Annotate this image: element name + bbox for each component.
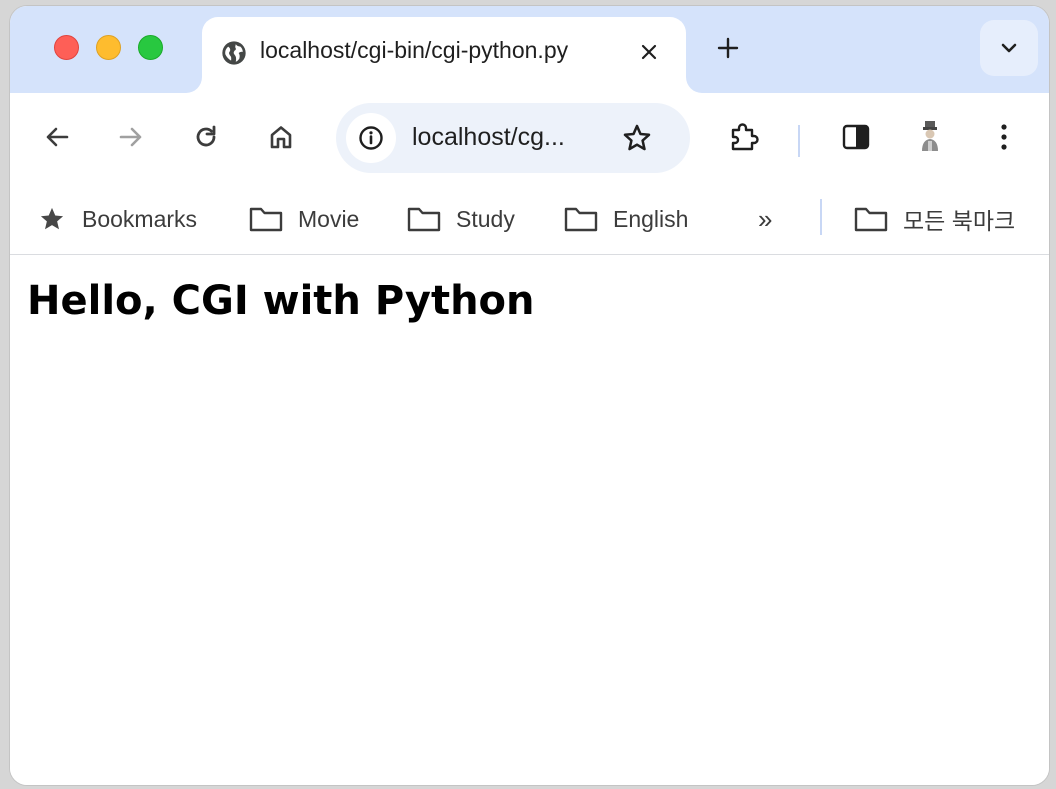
folder-icon: [564, 207, 598, 232]
new-tab-button[interactable]: [710, 30, 746, 66]
profile-avatar-icon: [922, 121, 938, 151]
overflow-chevron-icon: »: [758, 203, 773, 234]
reload-button[interactable]: [184, 115, 228, 159]
bookmarks-divider: [820, 199, 822, 235]
all-bookmarks-folder[interactable]: 모든 북마크: [853, 201, 1015, 237]
forward-button[interactable]: [109, 115, 153, 159]
bookmark-label: Bookmarks: [82, 205, 198, 232]
extensions-button[interactable]: [722, 115, 766, 159]
tab-active[interactable]: localhost/cgi-bin/cgi-python.py: [202, 17, 686, 93]
plus-icon: [717, 37, 739, 59]
bookmark-star-icon[interactable]: [618, 119, 656, 157]
bookmark-label: 모든 북마크: [903, 208, 1016, 234]
tab-title: localhost/cgi-bin/cgi-python.py: [260, 37, 569, 63]
bookmarks-bar: Bookmarks Movie Study English » 모든 북마크: [10, 179, 1049, 255]
bookmark-item-bookmarks[interactable]: Bookmarks: [38, 201, 197, 237]
bookmark-folder-movie[interactable]: Movie: [248, 201, 359, 237]
tab-search-button[interactable]: [980, 20, 1038, 76]
back-arrow-icon: [46, 127, 69, 147]
bookmark-folder-study[interactable]: Study: [406, 201, 515, 237]
minimize-window-button[interactable]: [96, 35, 121, 60]
profile-button[interactable]: [908, 115, 952, 159]
bookmark-folder-english[interactable]: English: [563, 201, 688, 237]
browser-window: localhost/cgi-bin/cgi-python.py localhos…: [9, 5, 1050, 786]
folder-icon: [249, 207, 283, 232]
star-icon: [40, 207, 64, 230]
back-button[interactable]: [35, 115, 79, 159]
chevron-down-icon: [1001, 43, 1017, 53]
puzzle-icon: [731, 123, 759, 151]
close-window-button[interactable]: [54, 35, 79, 60]
folder-icon: [407, 207, 441, 232]
forward-arrow-icon: [119, 127, 142, 147]
tab-strip: localhost/cgi-bin/cgi-python.py: [10, 6, 1049, 93]
home-button[interactable]: [259, 115, 303, 159]
toolbar: localhost/cg...: [10, 93, 1049, 179]
page-content: Hello, CGI with Python: [10, 256, 1049, 785]
url-text[interactable]: localhost/cg...: [412, 123, 565, 152]
bookmarks-overflow-button[interactable]: »: [758, 201, 772, 237]
home-icon: [270, 126, 292, 149]
close-tab-icon[interactable]: [632, 35, 666, 69]
site-info-icon[interactable]: [346, 113, 396, 163]
side-panel-icon: [842, 124, 870, 150]
bookmark-label: English: [613, 205, 689, 232]
kebab-menu-icon: [1001, 124, 1007, 150]
folder-icon: [854, 207, 888, 232]
bookmark-label: Movie: [298, 205, 360, 232]
globe-icon: [220, 39, 248, 67]
toolbar-divider: [798, 125, 800, 157]
bookmark-label: Study: [456, 205, 515, 232]
reload-icon: [196, 125, 216, 147]
maximize-window-button[interactable]: [138, 35, 163, 60]
chrome-menu-button[interactable]: [982, 115, 1026, 159]
address-bar[interactable]: localhost/cg...: [336, 103, 690, 173]
side-panel-button[interactable]: [834, 115, 878, 159]
page-heading: Hello, CGI with Python: [27, 278, 535, 324]
